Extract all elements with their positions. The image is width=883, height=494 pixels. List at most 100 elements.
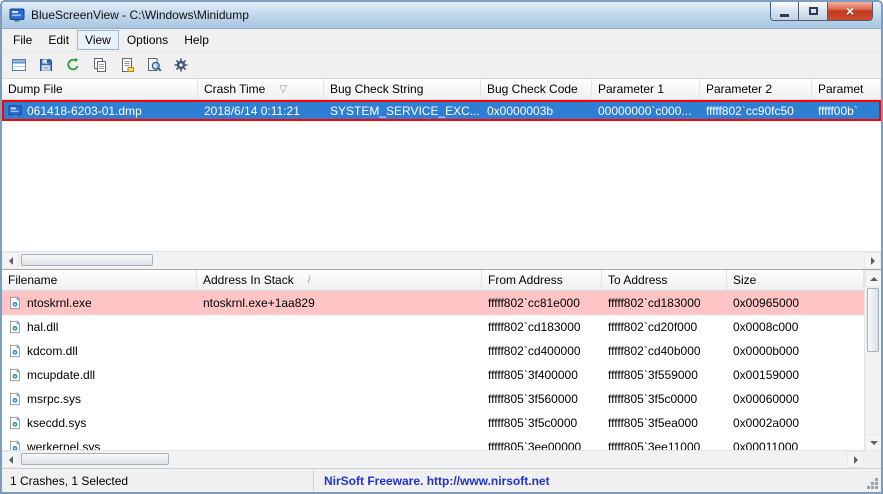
driver-file-icon bbox=[8, 440, 22, 450]
table-row[interactable]: hal.dllfffff802`cd183000fffff802`cd20f00… bbox=[2, 315, 881, 339]
driver-file-icon bbox=[8, 416, 22, 430]
status-crash-count-pane: 1 Crashes, 1 Selected bbox=[2, 469, 314, 492]
column-header-parameter-1[interactable]: Parameter 1 bbox=[592, 79, 700, 99]
table-row[interactable]: 061418-6203-01.dmp2018/6/14 0:11:21SYSTE… bbox=[2, 100, 881, 121]
column-header-to-address[interactable]: To Address bbox=[602, 270, 727, 290]
minimize-button[interactable] bbox=[770, 2, 799, 21]
status-nirsoft-pane: NirSoft Freeware. http://www.nirsoft.net bbox=[314, 469, 881, 492]
column-label: Bug Check Code bbox=[487, 82, 578, 96]
column-header-crash-time[interactable]: Crash Time▽ bbox=[198, 79, 324, 99]
table-cell: 0x00159000 bbox=[727, 363, 881, 387]
menu-file[interactable]: File bbox=[5, 30, 40, 50]
scroll-left-button[interactable] bbox=[2, 252, 19, 269]
column-header-address-in-stack[interactable]: Address In Stack/ bbox=[197, 270, 482, 290]
title-bar[interactable]: BlueScreenView - C:\Windows\Minidump × bbox=[2, 2, 881, 29]
nirsoft-link[interactable]: NirSoft Freeware. http://www.nirsoft.net bbox=[324, 474, 550, 488]
scroll-left-button[interactable] bbox=[2, 451, 19, 468]
table-cell: 0x00060000 bbox=[727, 387, 881, 411]
upper-horizontal-scrollbar[interactable] bbox=[2, 251, 881, 269]
table-row[interactable]: ntoskrnl.exentoskrnl.exe+1aa829 fffff802`… bbox=[2, 291, 881, 315]
crash-list-header: Dump File Crash Time▽ Bug Check String Bug … bbox=[2, 79, 881, 100]
column-header-filename[interactable]: Filename bbox=[2, 270, 197, 290]
column-header-paramet[interactable]: Paramet bbox=[812, 79, 881, 99]
column-label: Bug Check String bbox=[330, 82, 423, 96]
driver-file-icon bbox=[8, 320, 22, 334]
refresh-icon[interactable] bbox=[60, 53, 85, 77]
left-arrow-icon bbox=[9, 456, 13, 464]
table-cell: fffff805`3f5ea000 bbox=[602, 411, 727, 435]
column-header-from-address[interactable]: From Address bbox=[482, 270, 602, 290]
table-cell: 2018/6/14 0:11:21 bbox=[198, 100, 324, 121]
scrollbar-corner bbox=[864, 451, 881, 468]
toolbar bbox=[2, 51, 881, 79]
column-header-size[interactable]: Size bbox=[727, 270, 864, 290]
driver-file-icon bbox=[8, 368, 22, 382]
column-label: Parameter 1 bbox=[598, 82, 664, 96]
sort-indicator-icon: / bbox=[308, 275, 311, 286]
left-arrow-icon bbox=[9, 257, 13, 265]
scroll-down-button[interactable] bbox=[865, 434, 881, 451]
table-row[interactable]: ksecdd.sysfffff805`3f5c0000fffff805`3f5e… bbox=[2, 411, 881, 435]
menu-options[interactable]: Options bbox=[119, 30, 176, 50]
lower-pane-icon[interactable] bbox=[6, 53, 31, 77]
lower-hscroll-thumb[interactable] bbox=[21, 453, 169, 465]
column-label: Dump File bbox=[8, 82, 63, 96]
vertical-scrollbar[interactable] bbox=[864, 270, 881, 451]
find-icon[interactable] bbox=[141, 53, 166, 77]
menu-help[interactable]: Help bbox=[176, 30, 217, 50]
scroll-up-button[interactable] bbox=[865, 270, 881, 287]
close-button[interactable]: × bbox=[828, 2, 873, 21]
window-title: BlueScreenView - C:\Windows\Minidump bbox=[31, 8, 249, 22]
table-cell: 0x0002a000 bbox=[727, 411, 881, 435]
table-cell: werkernel.sys bbox=[2, 435, 197, 450]
scroll-right-button[interactable] bbox=[847, 451, 864, 468]
advanced-options-icon[interactable] bbox=[168, 53, 193, 77]
driver-file-icon bbox=[8, 344, 22, 358]
table-cell: fffff802`cc90fc50 bbox=[700, 100, 812, 121]
table-cell: fffff805`3f559000 bbox=[602, 363, 727, 387]
column-label: From Address bbox=[488, 273, 563, 287]
table-cell bbox=[197, 315, 482, 339]
upper-hscroll-thumb[interactable] bbox=[21, 254, 153, 266]
table-row[interactable]: kdcom.dllfffff802`cd400000fffff802`cd40b… bbox=[2, 339, 881, 363]
table-cell: 0x00965000 bbox=[727, 291, 881, 315]
table-row[interactable]: werkernel.sysfffff805`3ee00000fffff805`3… bbox=[2, 435, 881, 450]
crash-list-rows: 061418-6203-01.dmp2018/6/14 0:11:21SYSTE… bbox=[2, 100, 881, 251]
table-cell: 0x0000b000 bbox=[727, 339, 881, 363]
driver-file-icon bbox=[8, 392, 22, 406]
driver-list-panel: Filename Address In Stack/From Address To … bbox=[2, 270, 881, 468]
table-cell: fffff805`3f5c0000 bbox=[482, 411, 602, 435]
copy-icon[interactable] bbox=[87, 53, 112, 77]
column-header-dump-file[interactable]: Dump File bbox=[2, 79, 198, 99]
table-cell: fffff802`cd40b000 bbox=[602, 339, 727, 363]
table-cell: ntoskrnl.exe+1aa829 bbox=[197, 291, 482, 315]
table-cell: fffff802`cd183000 bbox=[602, 291, 727, 315]
table-cell: ntoskrnl.exe bbox=[2, 291, 197, 315]
column-header-bug-check-code[interactable]: Bug Check Code bbox=[481, 79, 592, 99]
window-controls: × bbox=[770, 2, 873, 21]
table-cell bbox=[197, 387, 482, 411]
resize-grip[interactable] bbox=[875, 486, 878, 489]
vscroll-thumb[interactable] bbox=[867, 288, 879, 352]
table-row[interactable]: mcupdate.dllfffff805`3f400000fffff805`3f… bbox=[2, 363, 881, 387]
column-header-bug-check-string[interactable]: Bug Check String bbox=[324, 79, 481, 99]
save-icon[interactable] bbox=[33, 53, 58, 77]
minidump-file-icon bbox=[8, 104, 22, 118]
table-cell: SYSTEM_SERVICE_EXC... bbox=[324, 100, 481, 121]
table-row[interactable]: msrpc.sysfffff805`3f560000fffff805`3f5c0… bbox=[2, 387, 881, 411]
lower-horizontal-scrollbar[interactable] bbox=[2, 450, 864, 468]
table-cell: fffff805`3ee11000 bbox=[602, 435, 727, 450]
properties-icon[interactable] bbox=[114, 53, 139, 77]
column-header-parameter-2[interactable]: Parameter 2 bbox=[700, 79, 812, 99]
column-label: Filename bbox=[8, 273, 57, 287]
scroll-right-button[interactable] bbox=[864, 252, 881, 269]
maximize-button[interactable] bbox=[799, 2, 828, 21]
menu-bar: FileEditViewOptionsHelp bbox=[2, 29, 881, 51]
right-arrow-icon bbox=[871, 257, 875, 265]
table-cell bbox=[197, 363, 482, 387]
menu-edit[interactable]: Edit bbox=[40, 30, 77, 50]
menu-view[interactable]: View bbox=[77, 30, 119, 50]
table-cell: 00000000`c000... bbox=[592, 100, 700, 121]
crash-count-text: 1 Crashes, 1 Selected bbox=[10, 474, 128, 488]
maximize-icon bbox=[809, 7, 818, 15]
